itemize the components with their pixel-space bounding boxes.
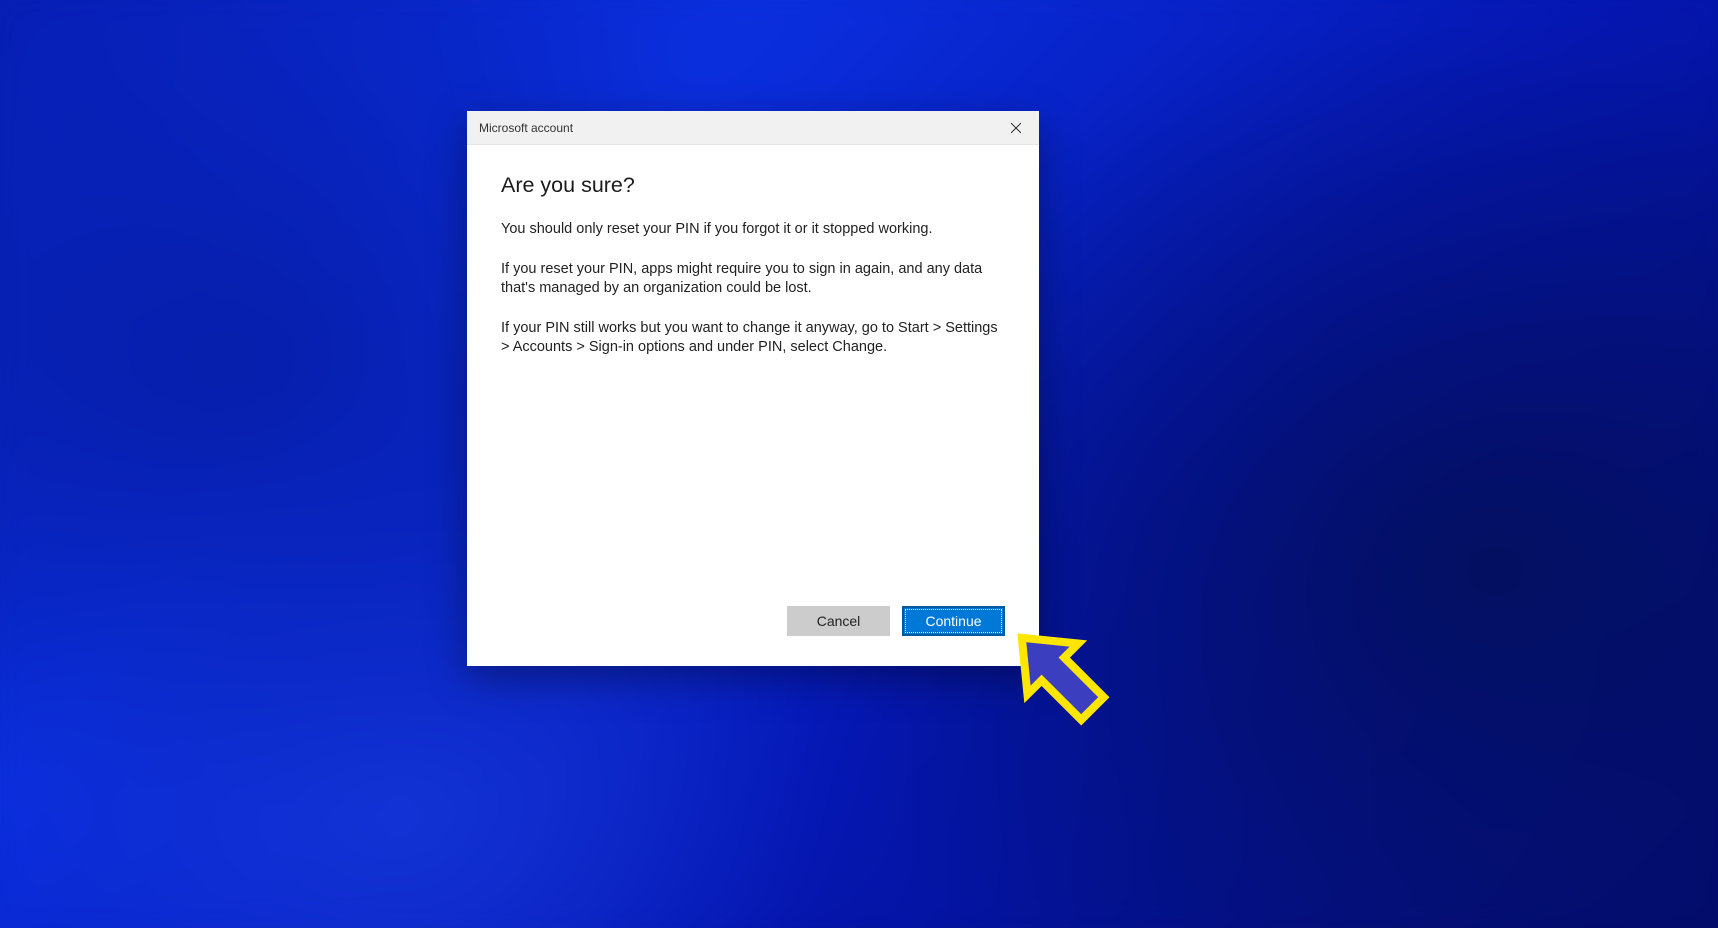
dialog-content: Are you sure? You should only reset your… [467,145,1039,606]
dialog-paragraph-1: You should only reset your PIN if you fo… [501,220,1005,240]
cancel-button[interactable]: Cancel [787,606,890,636]
dialog-title: Microsoft account [479,121,573,135]
microsoft-account-dialog: Microsoft account Are you sure? You shou… [467,111,1039,666]
dialog-paragraph-3: If your PIN still works but you want to … [501,319,1005,358]
dialog-titlebar: Microsoft account [467,111,1039,145]
dialog-paragraph-2: If you reset your PIN, apps might requir… [501,260,1005,299]
continue-button[interactable]: Continue [902,606,1005,636]
dialog-button-row: Cancel Continue [467,606,1039,666]
close-icon [1011,123,1021,133]
close-button[interactable] [993,111,1039,145]
dialog-heading: Are you sure? [501,173,1005,198]
